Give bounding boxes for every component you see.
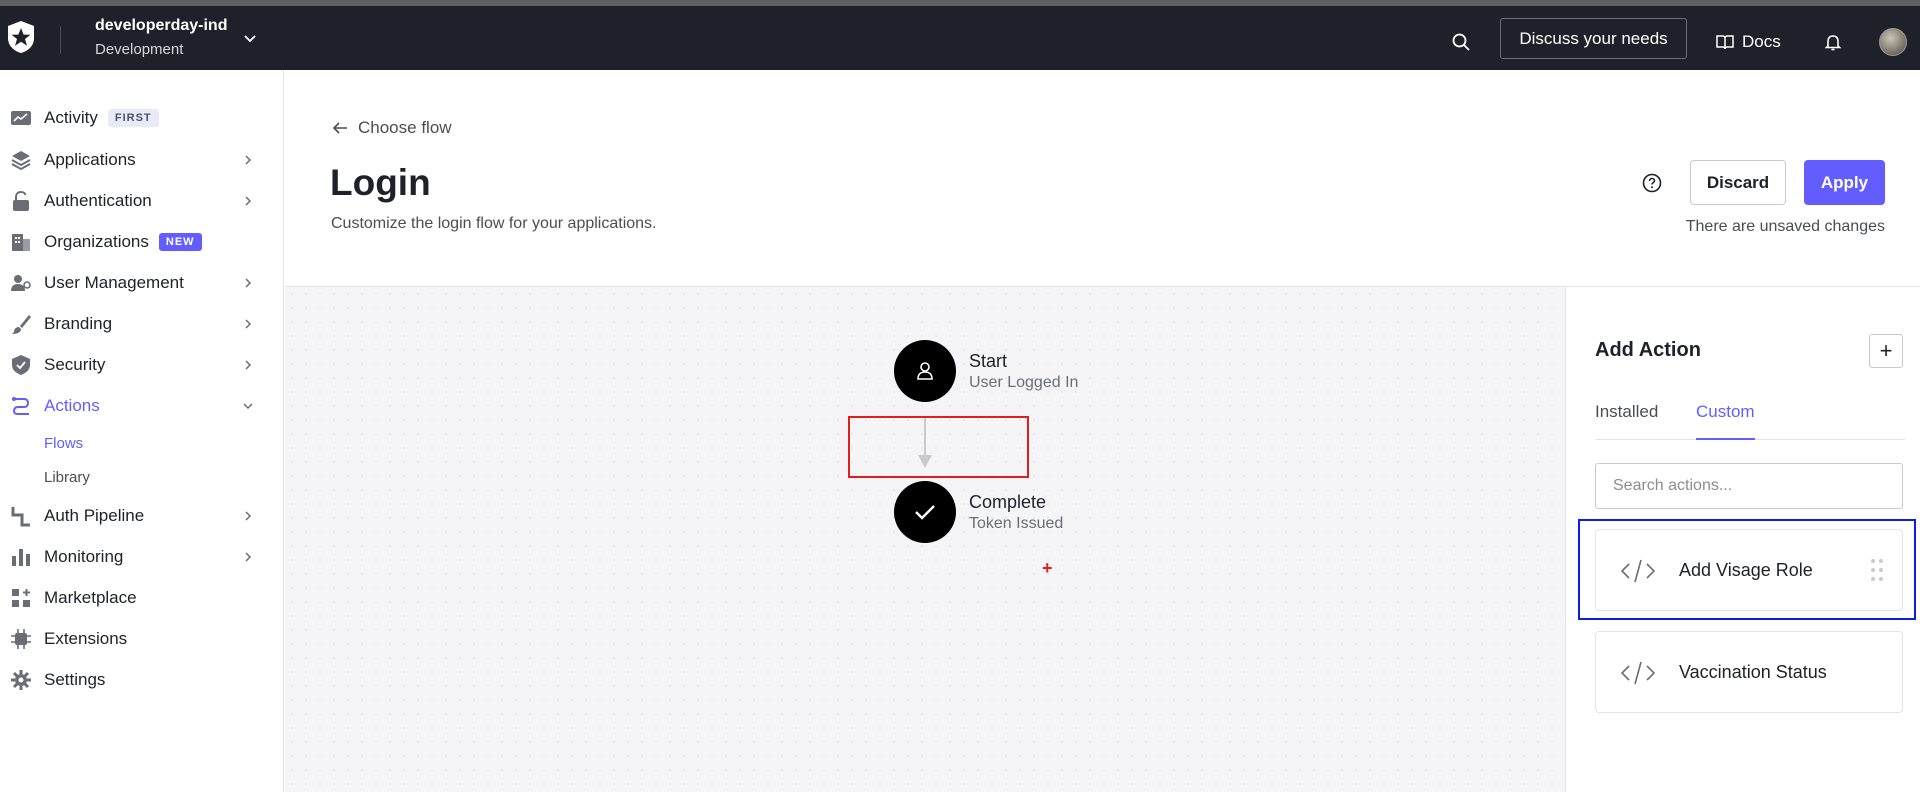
chevron-down-icon[interactable] [242, 30, 258, 46]
complete-node[interactable] [894, 481, 956, 543]
new-badge: NEW [158, 233, 202, 251]
topbar-divider [60, 26, 61, 54]
bar-chart-icon [12, 549, 30, 566]
sidebar-item-settings[interactable]: Settings [0, 662, 284, 698]
sidebar-item-security[interactable]: Security [0, 347, 284, 383]
pipeline-icon [11, 507, 30, 527]
page-subtitle: Customize the login flow for your applic… [331, 215, 657, 232]
sidebar-item-label: Branding [44, 314, 113, 333]
sidebar-item-label: Security [44, 355, 106, 374]
chevron-right-icon [245, 196, 252, 206]
user-icon [917, 362, 933, 380]
sidebar-item-monitoring[interactable]: Monitoring [0, 539, 284, 575]
action-card-vaccination-status[interactable]: Vaccination Status [1595, 631, 1903, 713]
tenant-switcher[interactable]: developerday-ind Development [95, 17, 227, 58]
sidebar-item-label: User Management [44, 273, 184, 292]
docs-label[interactable]: Docs [1742, 32, 1781, 52]
sidebar-item-label: Activity FIRST [44, 108, 159, 128]
check-icon [915, 505, 935, 520]
arrow-left-icon [332, 122, 347, 134]
chevron-right-icon [245, 360, 252, 370]
sidebar-item-actions[interactable]: Actions [0, 388, 284, 424]
sidebar-item-authentication[interactable]: Authentication [0, 183, 284, 219]
sidebar-item-user-management[interactable]: User Management [0, 265, 284, 301]
drop-zone-highlight[interactable] [848, 416, 1029, 478]
chevron-right-icon [245, 278, 252, 288]
book-icon [1716, 35, 1734, 50]
sidebar-item-label: Auth Pipeline [44, 506, 145, 525]
discuss-needs-button[interactable]: Discuss your needs [1500, 18, 1687, 59]
users-icon [11, 275, 31, 291]
chevron-right-icon [245, 319, 252, 329]
first-badge: FIRST [107, 109, 159, 127]
selection-highlight [1578, 519, 1916, 620]
grid-plus-icon [12, 589, 30, 607]
sidebar-item-label: Monitoring [44, 547, 124, 566]
sidebar-item-label: Actions [44, 396, 100, 415]
page-title: Login [330, 162, 431, 203]
chevron-right-icon [245, 552, 252, 562]
start-node-title: Start [969, 351, 1008, 371]
sidebar-subitem-flows[interactable]: Flows [44, 435, 83, 452]
search-icon[interactable] [1451, 32, 1471, 52]
gear-icon [11, 670, 31, 690]
sidebar-item-label: Marketplace [44, 588, 137, 607]
choose-flow-back-link[interactable]: Choose flow [332, 118, 452, 138]
user-avatar[interactable] [1879, 28, 1907, 56]
actions-icon [12, 397, 30, 415]
chip-icon [11, 629, 31, 649]
chevron-right-icon [245, 155, 252, 165]
apply-button[interactable]: Apply [1804, 160, 1885, 205]
code-icon [1620, 661, 1656, 685]
bell-icon[interactable] [1823, 32, 1843, 52]
chevron-down-icon [243, 403, 253, 410]
organizations-label: Organizations [44, 232, 149, 251]
building-icon [12, 234, 30, 251]
tenant-name[interactable]: developerday-ind [95, 17, 227, 35]
sidebar: Activity FIRST Applications Authenticatio… [0, 70, 284, 792]
start-node[interactable] [894, 340, 956, 402]
sidebar-item-activity[interactable]: Activity FIRST [0, 100, 284, 136]
chevron-right-icon [245, 511, 252, 521]
top-bar: developerday-ind Development Discuss you… [0, 0, 1920, 70]
tenant-environment[interactable]: Development [95, 41, 227, 58]
complete-node-subtitle: Token Issued [969, 515, 1064, 532]
help-circle-icon[interactable] [1641, 172, 1663, 194]
create-action-button[interactable]: + [1869, 334, 1903, 368]
sidebar-item-applications[interactable]: Applications [0, 142, 284, 178]
sidebar-item-organizations[interactable]: Organizations NEW [0, 224, 284, 260]
sidebar-item-extensions[interactable]: Extensions [0, 621, 284, 657]
shield-icon [12, 355, 30, 375]
activity-icon [11, 111, 31, 125]
complete-node-title: Complete [969, 492, 1047, 512]
sidebar-item-label: Settings [44, 670, 106, 689]
discard-button[interactable]: Discard [1690, 160, 1786, 205]
sidebar-item-label: Extensions [44, 629, 128, 648]
activity-label: Activity [44, 108, 98, 127]
tab-custom[interactable]: Custom [1696, 402, 1755, 440]
brush-icon [12, 315, 31, 334]
unsaved-changes-text: There are unsaved changes [1685, 218, 1885, 235]
sidebar-item-label: Organizations NEW [44, 232, 202, 252]
sidebar-item-auth-pipeline[interactable]: Auth Pipeline [0, 498, 284, 534]
lock-icon [13, 190, 29, 211]
cursor-marker: + [1042, 558, 1053, 578]
action-label: Vaccination Status [1679, 661, 1827, 682]
action-tabs: Installed Custom [1595, 402, 1905, 440]
panel-title: Add Action [1595, 339, 1701, 361]
auth0-logo-icon[interactable] [6, 20, 36, 54]
search-actions-input[interactable] [1595, 463, 1903, 509]
tab-installed[interactable]: Installed [1595, 402, 1658, 440]
layers-icon [11, 151, 31, 171]
sidebar-item-label: Applications [44, 150, 136, 169]
docs-link[interactable]: Docs [1716, 32, 1781, 52]
sidebar-item-label: Authentication [44, 191, 152, 210]
sidebar-item-marketplace[interactable]: Marketplace [0, 580, 284, 616]
start-node-subtitle: User Logged In [969, 374, 1079, 391]
sidebar-subitem-library[interactable]: Library [44, 469, 90, 486]
back-link-label[interactable]: Choose flow [358, 118, 452, 138]
sidebar-item-branding[interactable]: Branding [0, 306, 284, 342]
